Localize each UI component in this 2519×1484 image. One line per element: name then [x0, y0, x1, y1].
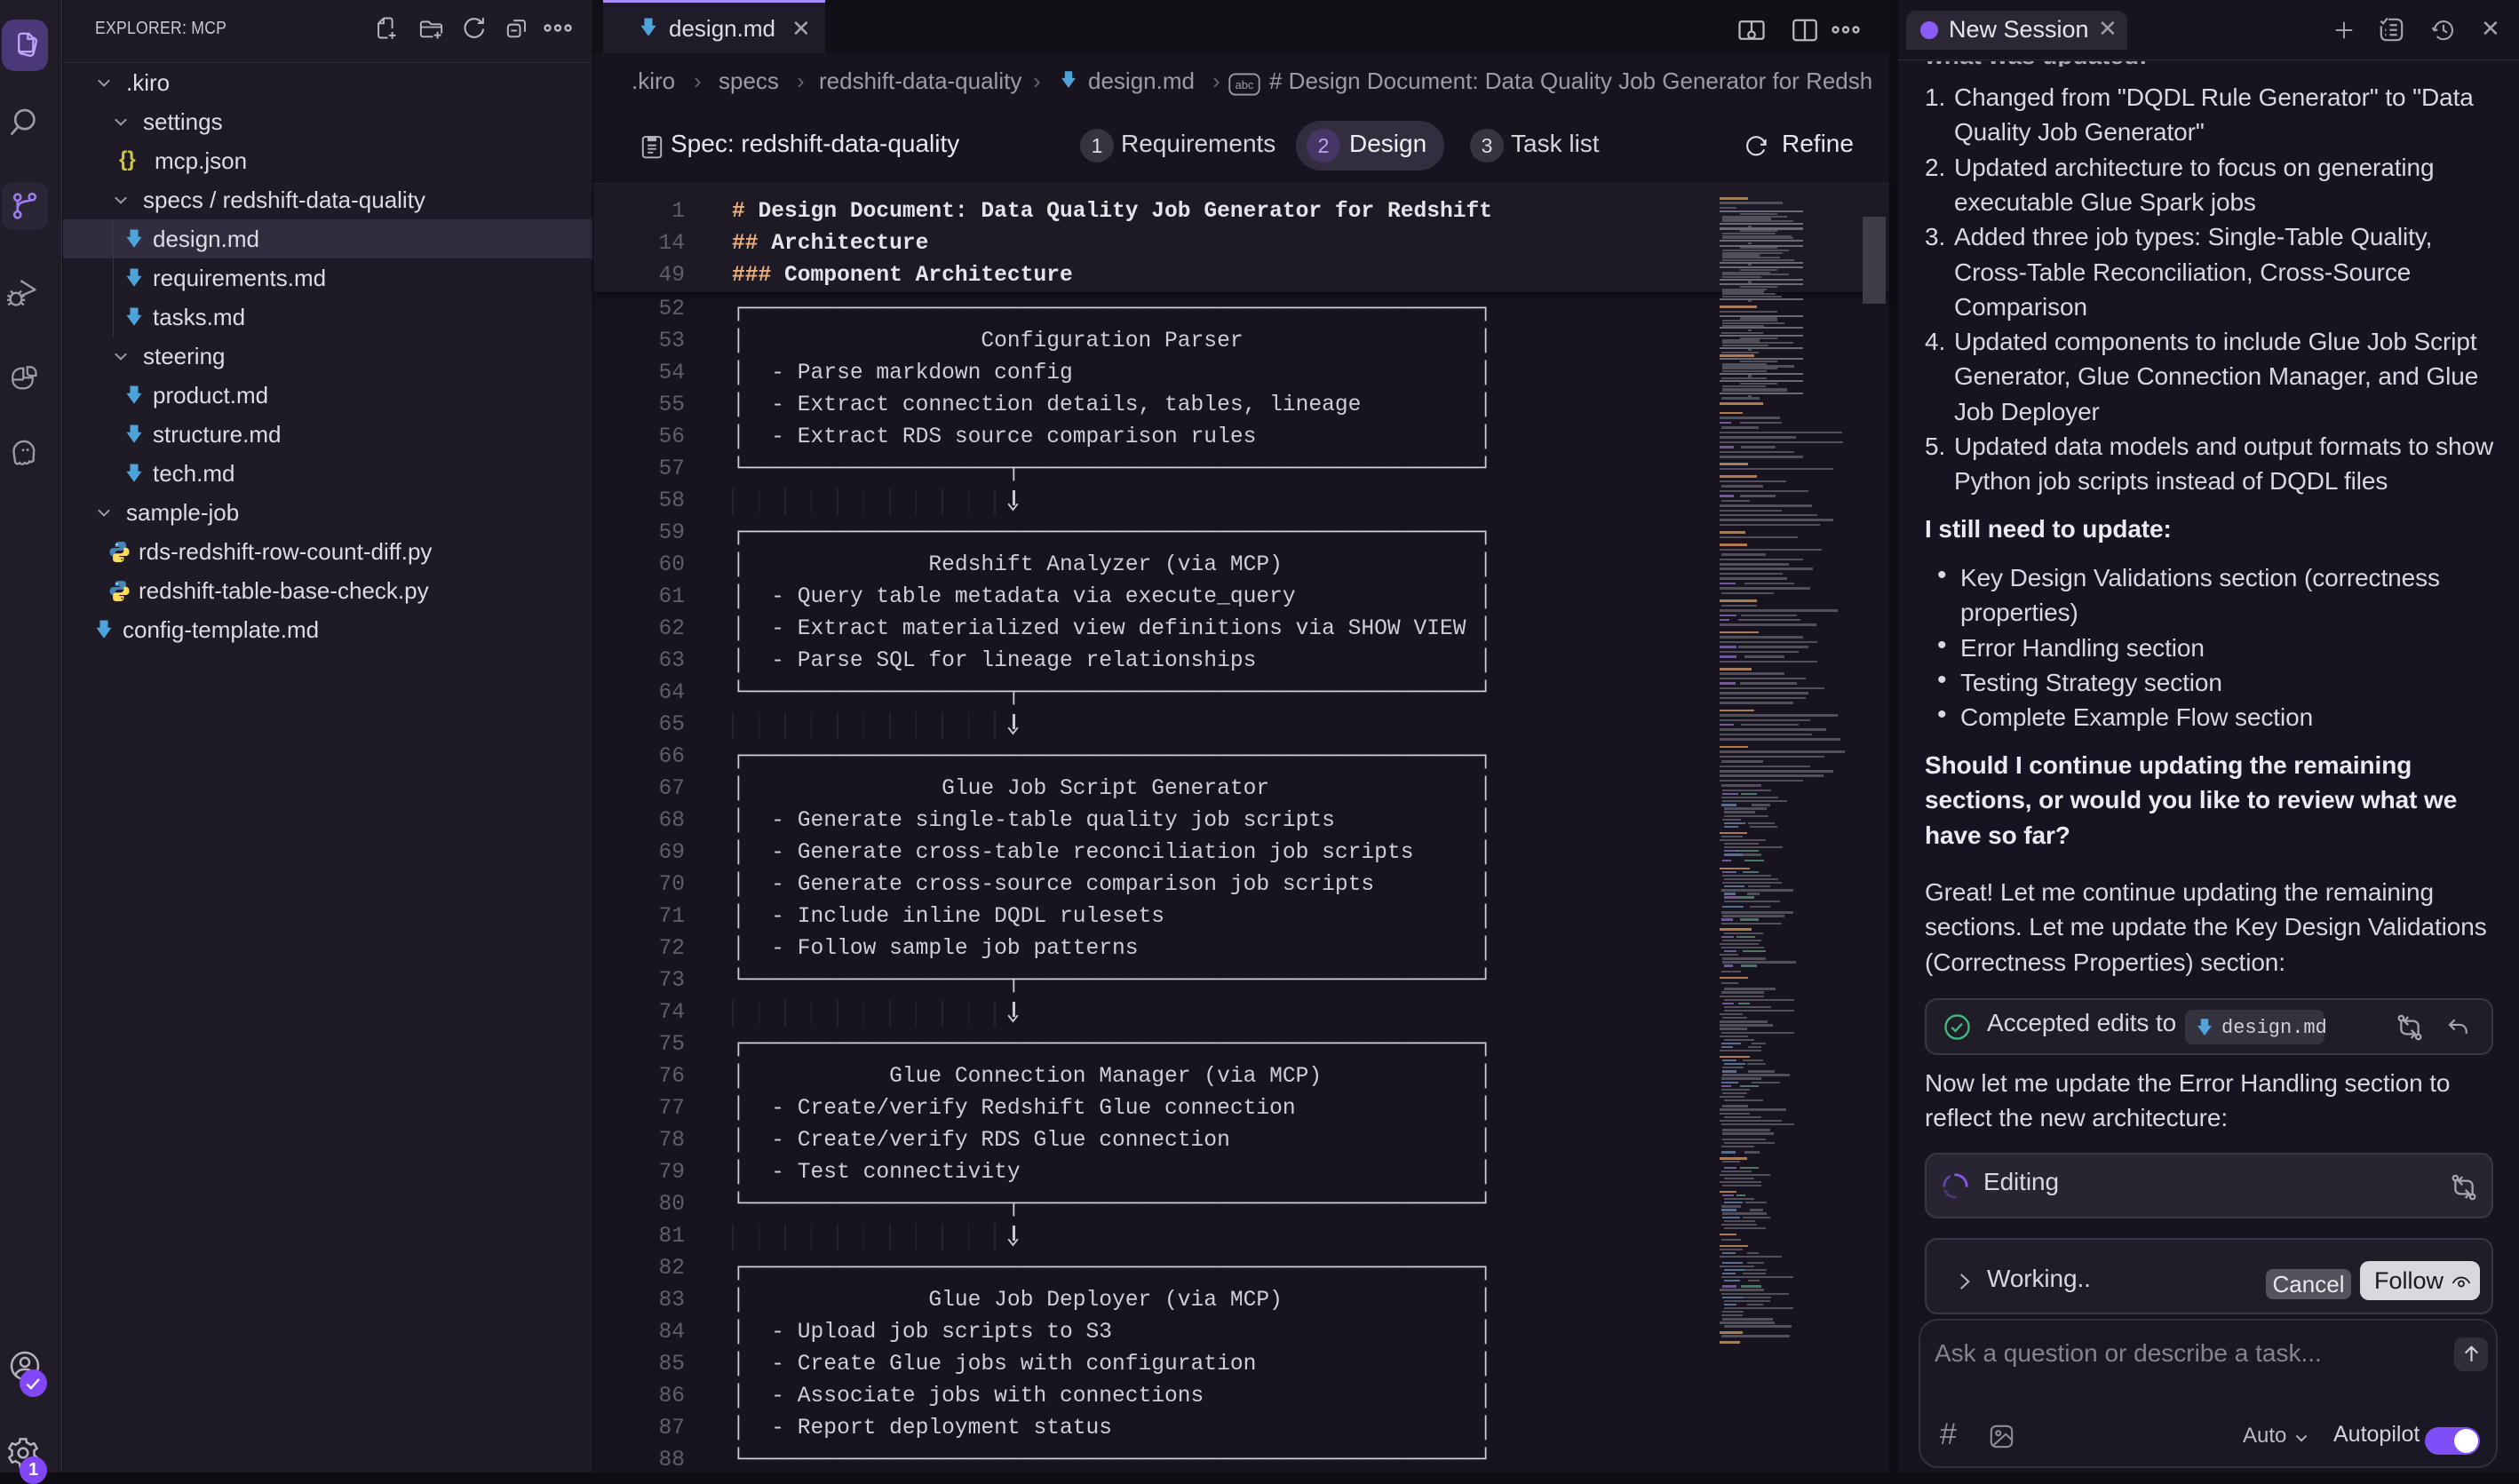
svg-text:abc: abc: [1236, 78, 1254, 91]
